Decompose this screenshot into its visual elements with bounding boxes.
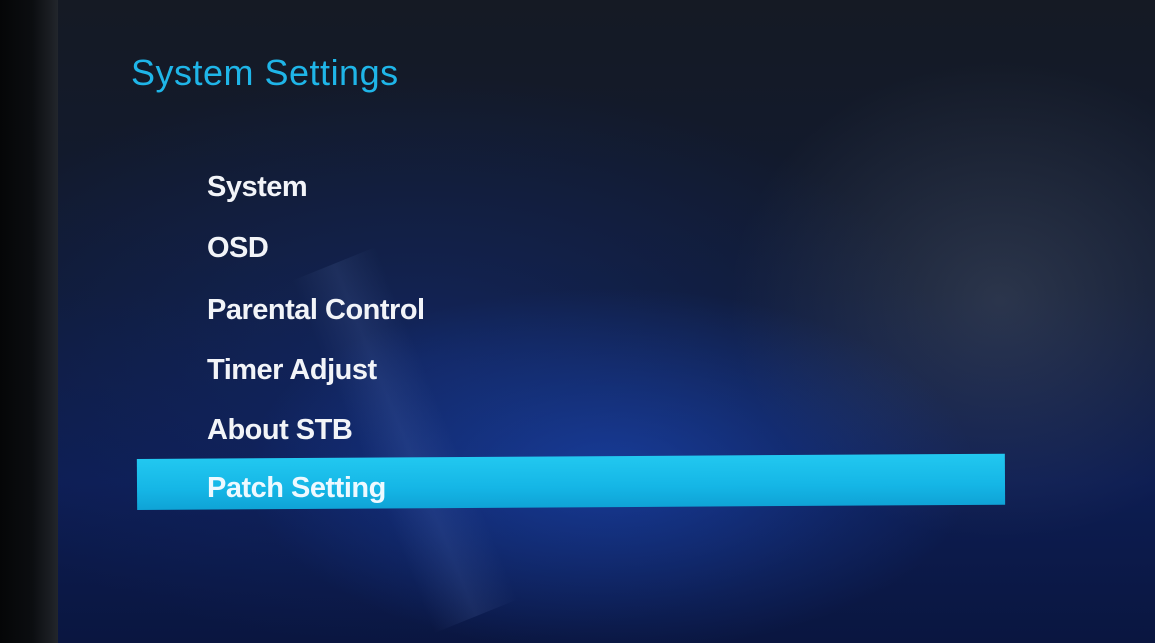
screen-glare bbox=[700, 0, 1155, 643]
menu-item-osd[interactable]: OSD bbox=[207, 231, 269, 265]
tv-screen: System Settings System OSD Parental Cont… bbox=[0, 0, 1155, 643]
menu-item-timer-adjust[interactable]: Timer Adjust bbox=[207, 353, 377, 387]
page-title: System Settings bbox=[131, 52, 399, 93]
tv-bezel bbox=[0, 0, 58, 643]
menu-item-system[interactable]: System bbox=[207, 170, 308, 204]
menu-item-patch-setting[interactable]: Patch Setting bbox=[207, 471, 386, 505]
menu-item-parental-control[interactable]: Parental Control bbox=[207, 293, 425, 327]
menu-item-about-stb[interactable]: About STB bbox=[207, 413, 353, 447]
